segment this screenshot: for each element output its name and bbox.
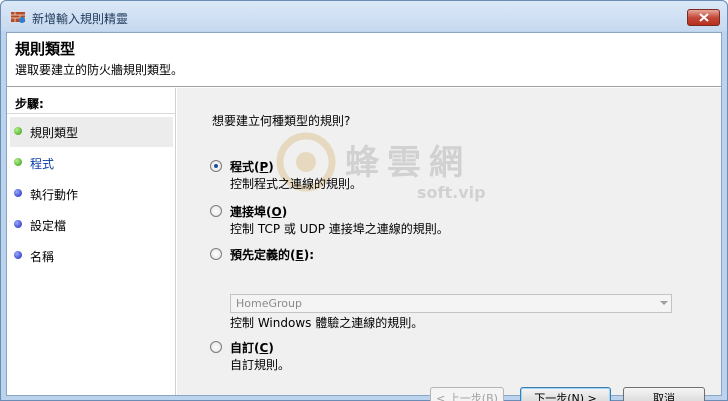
radio-predefined[interactable] [210, 248, 222, 260]
option-description: 控制 TCP 或 UDP 連接埠之連線的規則。 [230, 222, 449, 236]
step-label: 程式 [30, 157, 55, 171]
step-program[interactable]: 程式 [10, 148, 173, 178]
close-button[interactable] [687, 9, 720, 26]
steps-divider [7, 113, 176, 114]
step-pending-dot-icon [14, 220, 22, 228]
close-icon [698, 13, 709, 22]
radio-port[interactable] [210, 205, 222, 217]
next-button[interactable]: 下一步(N) > [520, 387, 611, 401]
firewall-icon [11, 12, 25, 23]
cancel-button[interactable]: 取消 [623, 387, 705, 401]
option-description: 控制 Windows 體驗之連線的規則。 [230, 316, 424, 330]
option-description: 控制程式之連線的規則。 [230, 177, 363, 191]
step-complete-dot-icon [14, 158, 22, 166]
step-rule-type[interactable]: 規則類型 [10, 117, 173, 147]
wizard-window: 新增輸入規則精靈 規則類型 選取要建立的防火牆規則類型。 步驟: 規則類型 程式 [0, 0, 728, 401]
option-label: 連接埠(O) [230, 205, 288, 219]
step-label: 執行動作 [30, 188, 79, 202]
option-label: 程式(P) [230, 160, 274, 174]
step-complete-dot-icon [14, 127, 22, 135]
option-label: 自訂(C) [230, 341, 274, 355]
radio-custom[interactable] [210, 341, 222, 353]
step-label: 規則類型 [30, 126, 79, 140]
option-label: 預先定義的(E): [230, 248, 314, 262]
watermark-text: 蜂雲網 [345, 143, 471, 183]
radio-program[interactable] [210, 160, 222, 172]
page-title: 規則類型 [15, 40, 76, 58]
page-subtitle: 選取要建立的防火牆規則類型。 [15, 63, 184, 77]
step-label: 設定檔 [30, 219, 67, 233]
title-bar[interactable]: 新增輸入規則精靈 [1, 1, 727, 31]
wizard-client-area: 規則類型 選取要建立的防火牆規則類型。 步驟: 規則類型 程式 執行動作 設定檔 [6, 32, 722, 401]
watermark-subtext: soft.vip [417, 183, 486, 202]
step-pending-dot-icon [14, 251, 22, 259]
back-button[interactable]: < 上一步(B) [430, 387, 504, 401]
step-profile[interactable]: 設定檔 [10, 210, 173, 240]
wizard-header: 規則類型 選取要建立的防火牆規則類型。 [7, 33, 721, 87]
steps-heading: 步驟: [15, 97, 44, 111]
window-title: 新增輸入規則精靈 [32, 12, 129, 26]
predefined-rules-select: HomeGroup [230, 294, 672, 313]
main-panel: 蜂雲網 soft.vip 想要建立何種類型的規則? 程式(P) 控制程式之連線的… [177, 88, 721, 401]
step-label: 名稱 [30, 250, 55, 264]
chevron-down-icon [660, 301, 668, 305]
step-name[interactable]: 名稱 [10, 241, 173, 271]
step-action[interactable]: 執行動作 [10, 179, 173, 209]
step-pending-dot-icon [14, 189, 22, 197]
rule-type-question: 想要建立何種類型的規則? [212, 114, 351, 128]
option-description: 自訂規則。 [230, 358, 291, 372]
steps-sidebar: 步驟: 規則類型 程式 執行動作 設定檔 名稱 [7, 88, 176, 395]
select-value: HomeGroup [236, 297, 302, 310]
